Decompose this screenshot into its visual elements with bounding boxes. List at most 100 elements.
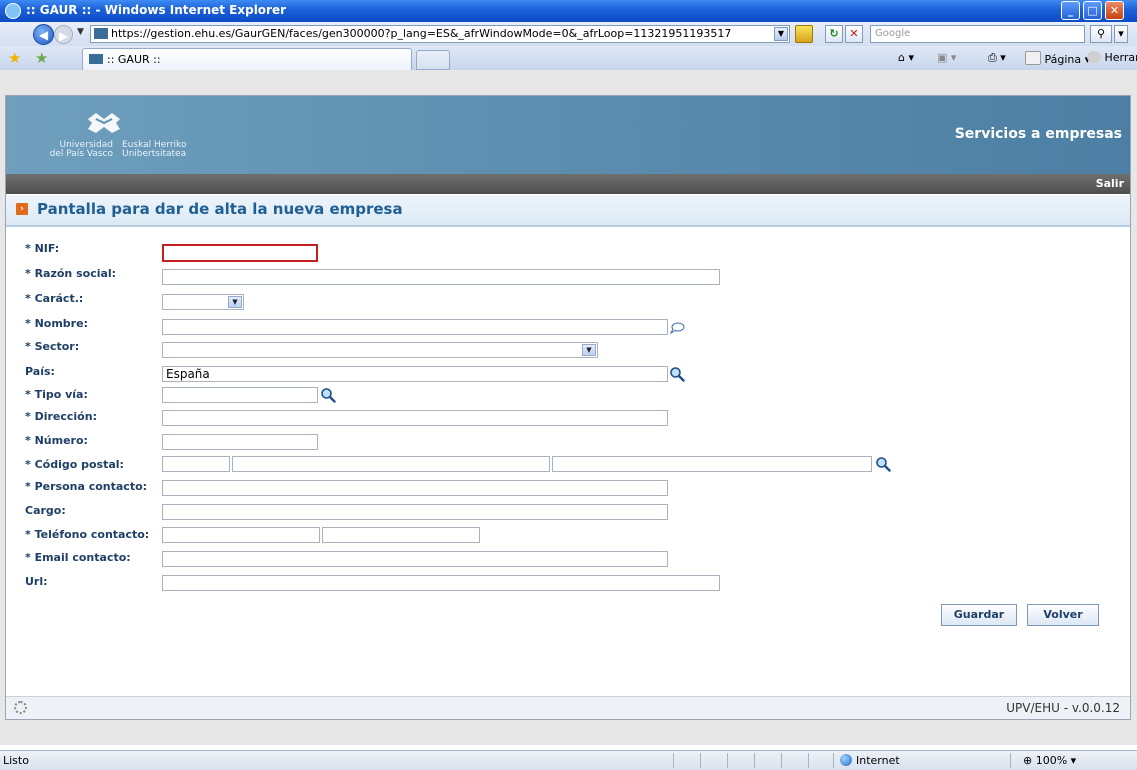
nif-field[interactable]: [162, 244, 318, 262]
email-field[interactable]: [162, 551, 668, 567]
direccion-label: * Dirección:: [25, 410, 97, 423]
page-menu[interactable]: Página ▾: [1025, 51, 1090, 66]
forward-button[interactable]: ▶: [54, 25, 73, 44]
telefono-field-1[interactable]: [162, 527, 320, 543]
search-icon[interactable]: [320, 387, 336, 403]
university-name-eu: Euskal Herriko Unibertsitatea: [122, 140, 187, 159]
feeds-icon[interactable]: ▣ ▾: [937, 51, 956, 64]
status-divider: [833, 753, 834, 768]
status-text: Listo: [3, 754, 29, 767]
razon-social-field[interactable]: [162, 269, 720, 285]
speech-bubble-icon[interactable]: [669, 320, 685, 336]
status-divider: [673, 753, 674, 768]
save-button[interactable]: Guardar: [941, 604, 1017, 626]
logout-link[interactable]: Salir: [1096, 177, 1124, 190]
address-url: https://gestion.ehu.es/GaurGEN/faces/gen…: [111, 27, 732, 40]
cargo-label: Cargo:: [25, 504, 66, 517]
pais-label: País:: [25, 365, 55, 378]
address-row: ◀ ▶ ▼ https://gestion.ehu.es/GaurGEN/fac…: [0, 22, 1137, 46]
arrow-bullet-icon: ›: [16, 203, 28, 215]
loading-spinner-icon: [14, 701, 27, 714]
search-icon[interactable]: [669, 366, 685, 382]
address-dropdown-icon[interactable]: ▼: [774, 27, 788, 41]
lock-icon[interactable]: [795, 25, 813, 43]
version-label: UPV/EHU - v.0.0.12: [1006, 701, 1120, 715]
page-title: Pantalla para dar de alta la nueva empre…: [37, 200, 403, 218]
new-tab-button[interactable]: [416, 50, 450, 70]
codigo-postal-label: * Código postal:: [25, 458, 124, 471]
service-title: Servicios a empresas: [954, 126, 1122, 142]
pais-field[interactable]: España: [162, 366, 668, 382]
url-field[interactable]: [162, 575, 720, 591]
status-divider: [754, 753, 755, 768]
codigo-postal-field-1[interactable]: [162, 456, 230, 472]
search-input[interactable]: Google: [870, 25, 1085, 43]
telefono-contacto-label: * Teléfono contacto:: [25, 528, 150, 541]
persona-contacto-label: * Persona contacto:: [25, 480, 148, 493]
window-titlebar: :: GAUR :: - Windows Internet Explorer _…: [0, 0, 1137, 22]
university-name-es: Universidad del País Vasco: [49, 140, 113, 159]
tab-gaur[interactable]: :: GAUR ::: [82, 48, 412, 70]
history-dropdown-icon[interactable]: ▼: [77, 27, 84, 37]
caract-select[interactable]: ▼: [162, 294, 244, 310]
numero-field[interactable]: [162, 434, 318, 450]
refresh-button[interactable]: ↻: [825, 25, 843, 43]
favorites-star-icon[interactable]: ★: [8, 49, 21, 67]
cargo-field[interactable]: [162, 504, 668, 520]
status-divider: [727, 753, 728, 768]
telefono-field-2[interactable]: [322, 527, 480, 543]
status-divider: [781, 753, 782, 768]
codigo-postal-field-2[interactable]: [232, 456, 550, 472]
nif-label: * NIF:: [25, 242, 60, 255]
page-content: Universidad del País Vasco Euskal Herrik…: [5, 95, 1131, 720]
print-icon[interactable]: ⎙ ▾: [988, 51, 1006, 65]
nombre-label: * Nombre:: [25, 317, 88, 330]
home-icon[interactable]: ⌂ ▾: [898, 51, 914, 64]
page-header: › Pantalla para dar de alta la nueva emp…: [6, 195, 1130, 227]
back-button[interactable]: ◀: [33, 24, 54, 45]
tools-menu[interactable]: Herramientas: [1087, 51, 1137, 64]
numero-label: * Número:: [25, 434, 88, 447]
search-icon[interactable]: [875, 456, 891, 472]
add-favorites-icon[interactable]: ★: [35, 49, 48, 67]
nombre-field[interactable]: [162, 319, 668, 335]
url-label: Url:: [25, 575, 48, 588]
globe-icon: [840, 754, 852, 766]
caract-label: * Caráct.:: [25, 292, 84, 305]
sector-label: * Sector:: [25, 340, 80, 353]
address-bar[interactable]: https://gestion.ehu.es/GaurGEN/faces/gen…: [90, 25, 790, 43]
ehu-logo-icon: [88, 113, 120, 133]
tab-row: ★ ★ :: GAUR :: ⌂ ▾ ▣ ▾ ⎙ ▾ Página ▾ Herr…: [0, 46, 1137, 71]
back-button-form[interactable]: Volver: [1027, 604, 1099, 626]
status-divider: [808, 753, 809, 768]
site-favicon-icon: [94, 28, 108, 39]
tipo-via-label: * Tipo vía:: [25, 388, 88, 401]
header-banner: Universidad del País Vasco Euskal Herrik…: [6, 96, 1130, 174]
stop-button[interactable]: ✕: [845, 25, 863, 43]
top-navbar: Salir: [6, 174, 1130, 194]
sector-select[interactable]: ▼: [162, 342, 598, 358]
zoom-level[interactable]: ⊕ 100% ▾: [1023, 754, 1076, 767]
maximize-button[interactable]: □: [1083, 1, 1102, 20]
page-footer: UPV/EHU - v.0.0.12: [6, 696, 1130, 719]
chevron-down-icon: ▼: [228, 296, 242, 308]
chevron-down-icon: ▼: [582, 344, 596, 356]
search-options-icon[interactable]: ▾: [1114, 25, 1128, 43]
tab-favicon-icon: [89, 54, 103, 64]
codigo-postal-field-3[interactable]: [552, 456, 872, 472]
minimize-button[interactable]: _: [1061, 1, 1080, 20]
email-contacto-label: * Email contacto:: [25, 551, 131, 564]
tab-title: :: GAUR ::: [107, 53, 161, 66]
page-icon: [1025, 51, 1041, 65]
ie-logo-icon: [5, 3, 21, 19]
search-icon[interactable]: ⚲: [1090, 25, 1112, 43]
close-button[interactable]: ✕: [1105, 1, 1124, 20]
gear-icon: [1087, 51, 1101, 63]
window-title: :: GAUR :: - Windows Internet Explorer: [26, 3, 287, 17]
security-zone[interactable]: Internet: [840, 754, 900, 767]
tipo-via-field[interactable]: [162, 387, 318, 403]
direccion-field[interactable]: [162, 410, 668, 426]
razon-social-label: * Razón social:: [25, 267, 117, 280]
persona-contacto-field[interactable]: [162, 480, 668, 496]
status-divider: [700, 753, 701, 768]
